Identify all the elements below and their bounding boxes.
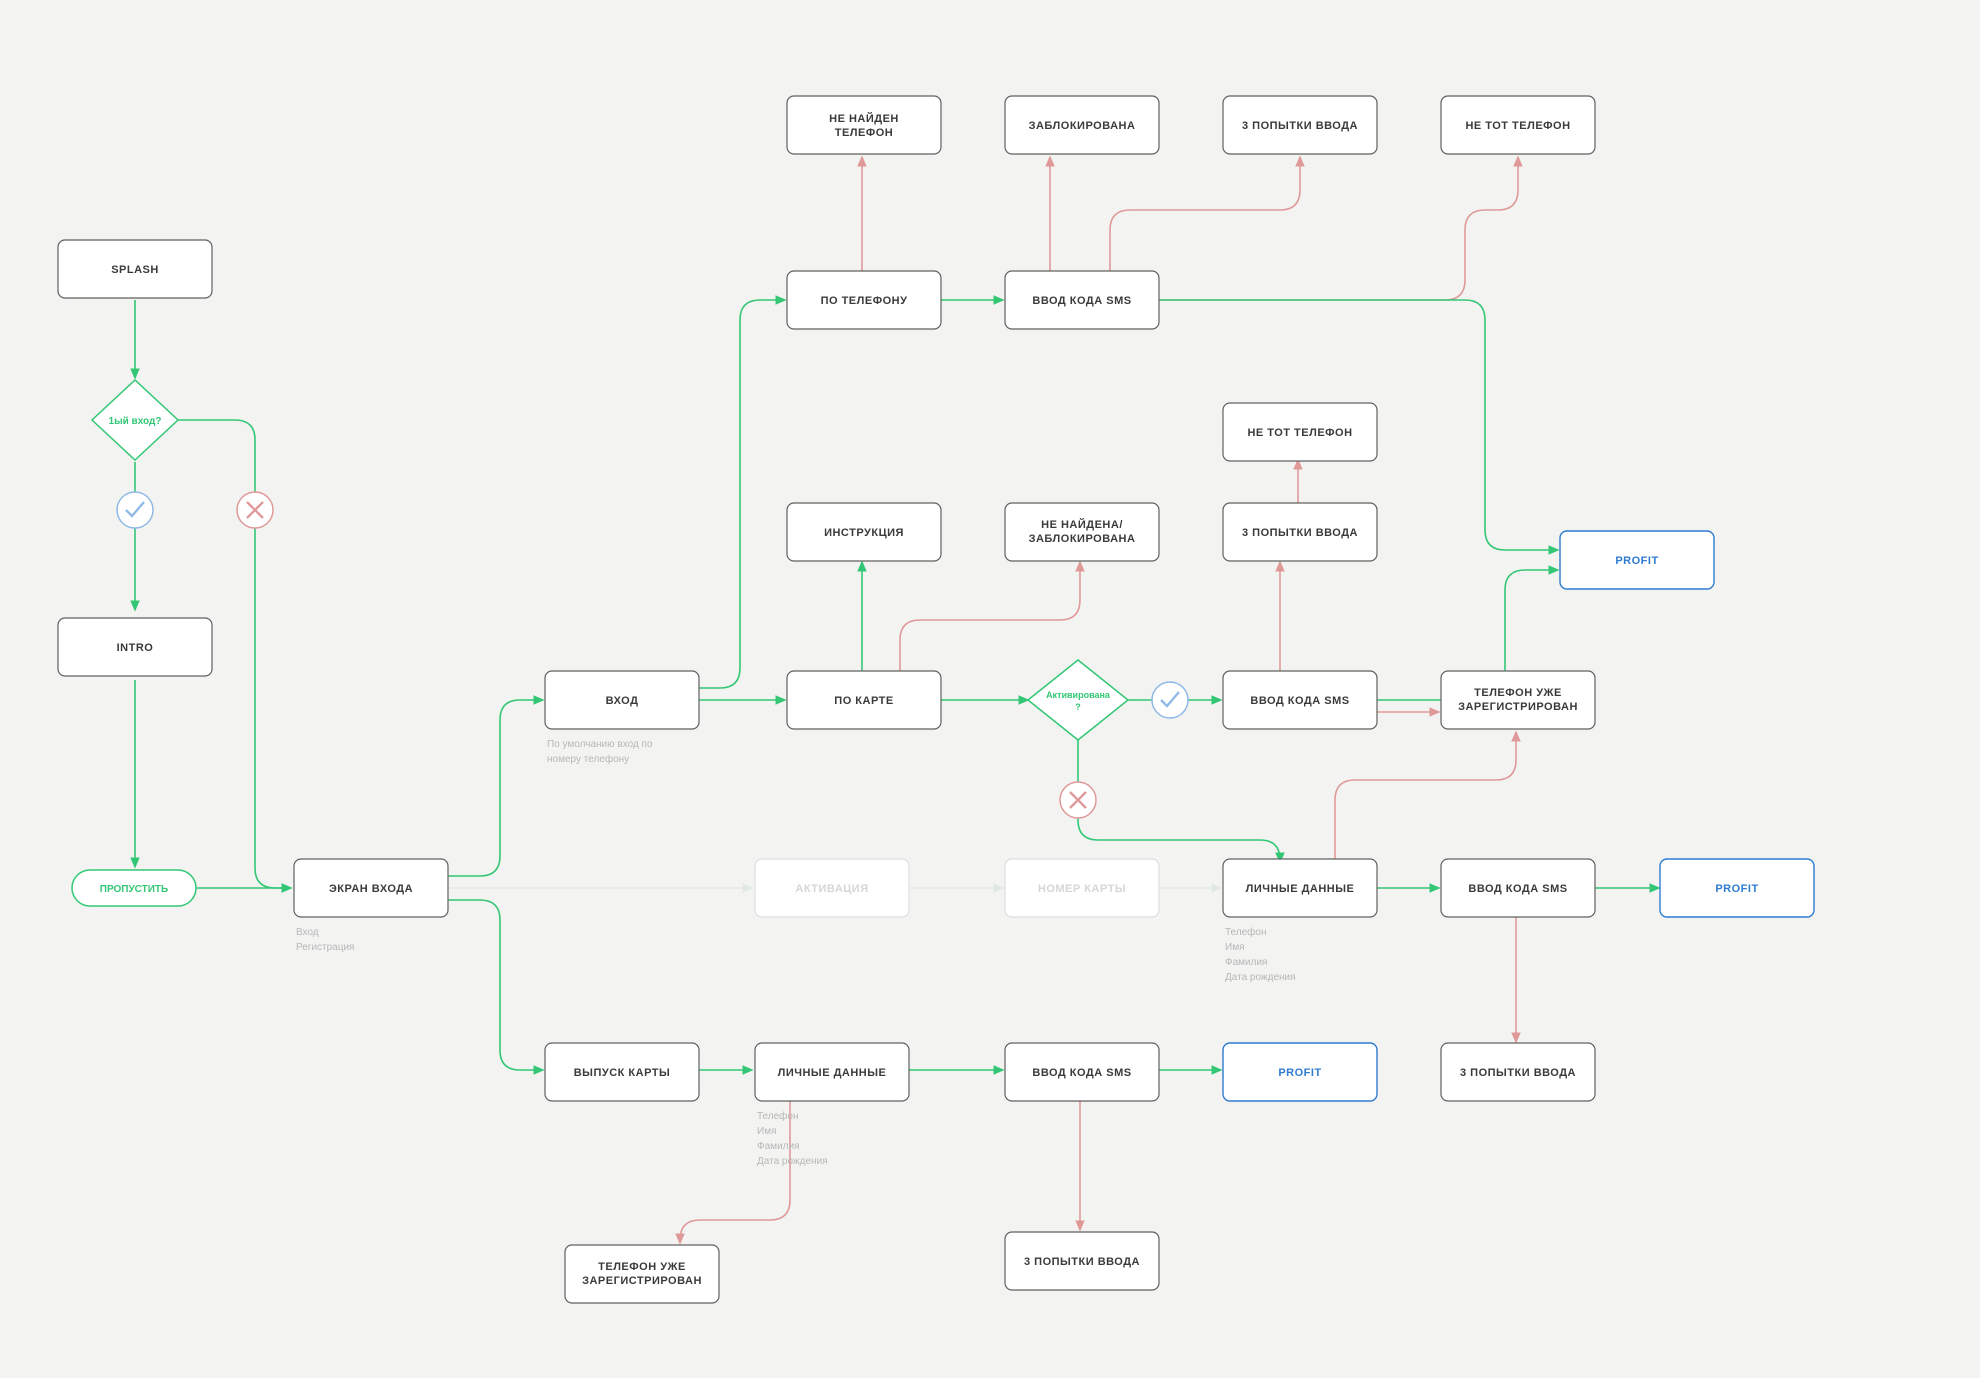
node-label: ПО КАРТЕ — [834, 695, 893, 707]
node-label: НЕ ТОТ ТЕЛЕФОН — [1465, 120, 1570, 132]
node-label: ЛИЧНЫЕ ДАННЫЕ — [1246, 883, 1355, 895]
node-label: ПРОПУСТИТЬ — [100, 884, 168, 895]
note: Имя — [1225, 942, 1244, 953]
node-label: PROFIT — [1715, 883, 1758, 895]
node-label: PROFIT — [1615, 555, 1658, 567]
node-label: НЕ НАЙДЕН — [829, 112, 899, 125]
node-label: ВВОД КОДА SMS — [1032, 295, 1131, 307]
node-label: ЗАРЕГИСТРИРОВАН — [582, 1275, 702, 1287]
note: Дата рождения — [757, 1156, 828, 1167]
decision-label: ? — [1075, 702, 1081, 712]
node-label: 3 ПОПЫТКИ ВВОДА — [1024, 1256, 1140, 1268]
node-label: АКТИВАЦИЯ — [795, 883, 868, 895]
node-phone-registered-1 — [1441, 671, 1595, 729]
node-label: ТЕЛЕФОН УЖЕ — [598, 1261, 686, 1273]
note: Вход — [296, 927, 319, 938]
node-label: НОМЕР КАРТЫ — [1038, 883, 1126, 895]
node-label: 3 ПОПЫТКИ ВВОДА — [1460, 1067, 1576, 1079]
note: номеру телефону — [547, 753, 629, 765]
note: По умолчанию вход по — [547, 739, 653, 750]
decision-label: 1ый вход? — [109, 416, 162, 427]
node-not-found-blocked — [1005, 503, 1159, 561]
node-label: ВВОД КОДА SMS — [1032, 1067, 1131, 1079]
node-label: PROFIT — [1278, 1067, 1321, 1079]
node-label: НЕ ТОТ ТЕЛЕФОН — [1247, 427, 1352, 439]
node-label: ПО ТЕЛЕФОНУ — [821, 295, 908, 307]
note: Телефон — [757, 1110, 798, 1122]
note: Фамилия — [757, 1141, 799, 1152]
node-label: ТЕЛЕФОН УЖЕ — [1474, 687, 1562, 699]
node-phone-not-found — [787, 96, 941, 154]
node-label: ЗАРЕГИСТРИРОВАН — [1458, 701, 1578, 713]
node-label: ЗАБЛОКИРОВАНА — [1029, 120, 1136, 132]
node-label: SPLASH — [111, 264, 159, 276]
note: Регистрация — [296, 942, 354, 953]
node-label: 3 ПОПЫТКИ ВВОДА — [1242, 527, 1358, 539]
node-label: ВВОД КОДА SMS — [1250, 695, 1349, 707]
node-label: ТЕЛЕФОН — [835, 127, 894, 139]
node-label: ВВОД КОДА SMS — [1468, 883, 1567, 895]
node-label: 3 ПОПЫТКИ ВВОДА — [1242, 120, 1358, 132]
note: Дата рождения — [1225, 972, 1296, 983]
flow-diagram: SPLASH 1ый вход? INTRO ПРОПУСТИТЬ ЭКРАН … — [0, 0, 1980, 1378]
node-label: ЛИЧНЫЕ ДАННЫЕ — [778, 1067, 887, 1079]
note: Имя — [757, 1126, 776, 1137]
node-label: ВХОД — [606, 695, 639, 707]
note: Телефон — [1225, 926, 1266, 938]
node-label: ЭКРАН ВХОДА — [329, 883, 413, 895]
node-label: ИНСТРУКЦИЯ — [824, 527, 904, 539]
node-label: ВЫПУСК КАРТЫ — [574, 1067, 671, 1079]
decision-label: Активирована — [1046, 690, 1111, 700]
decision-activated — [1028, 660, 1128, 740]
node-phone-registered-2 — [565, 1245, 719, 1303]
note: Фамилия — [1225, 957, 1267, 968]
node-label: ЗАБЛОКИРОВАНА — [1029, 533, 1136, 545]
node-label: INTRO — [117, 642, 154, 654]
node-label: НЕ НАЙДЕНА/ — [1041, 518, 1123, 531]
